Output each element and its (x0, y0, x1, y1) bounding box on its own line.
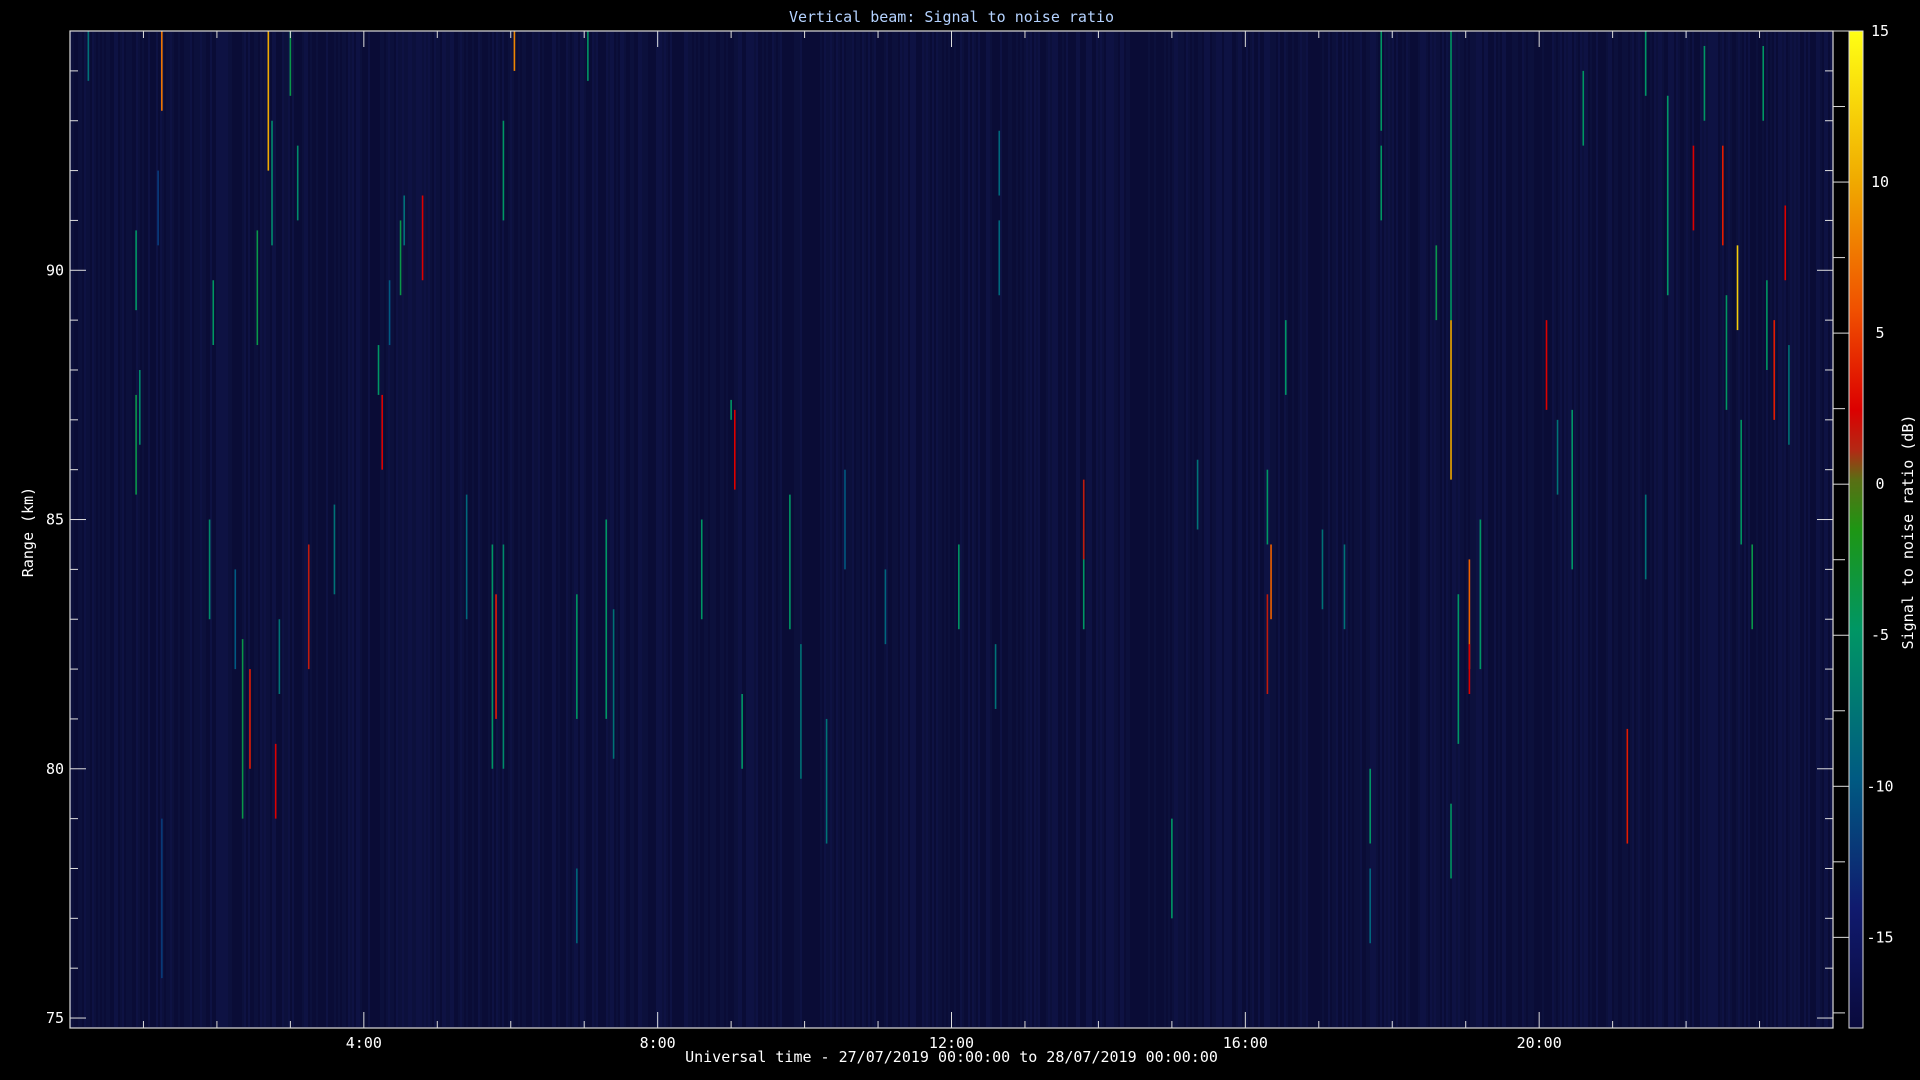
y-tick-label: 85 (46, 511, 64, 529)
x-tick-label: 16:00 (1223, 1034, 1268, 1052)
colorbar-tick-label: 5 (1875, 324, 1884, 342)
colorbar-tick-label: -10 (1866, 777, 1893, 795)
colorbar (1848, 30, 1864, 1029)
y-tick-label: 75 (46, 1009, 64, 1027)
y-tick-label: 80 (46, 760, 64, 778)
colorbar-tick-label: 0 (1875, 475, 1884, 493)
colorbar-tick-label: -15 (1866, 928, 1893, 946)
heatmap-svg: 4:00 8:00 12:00 16:00 20:00 75 80 85 90 -15 -10 -… (46, 22, 1894, 1052)
x-tick-label: 8:00 (640, 1034, 676, 1052)
colorbar-tick-label: 10 (1871, 173, 1889, 191)
x-tick-label: 20:00 (1517, 1034, 1562, 1052)
colorbar-tick-label: -5 (1871, 626, 1889, 644)
y-tick-label: 90 (46, 261, 64, 279)
x-tick-label: 4:00 (346, 1034, 382, 1052)
colorbar-tick-label: 15 (1871, 22, 1889, 40)
x-tick-label: 12:00 (929, 1034, 974, 1052)
chart-figure: Vertical beam: Signal to noise ratio Ran… (0, 0, 1920, 1080)
